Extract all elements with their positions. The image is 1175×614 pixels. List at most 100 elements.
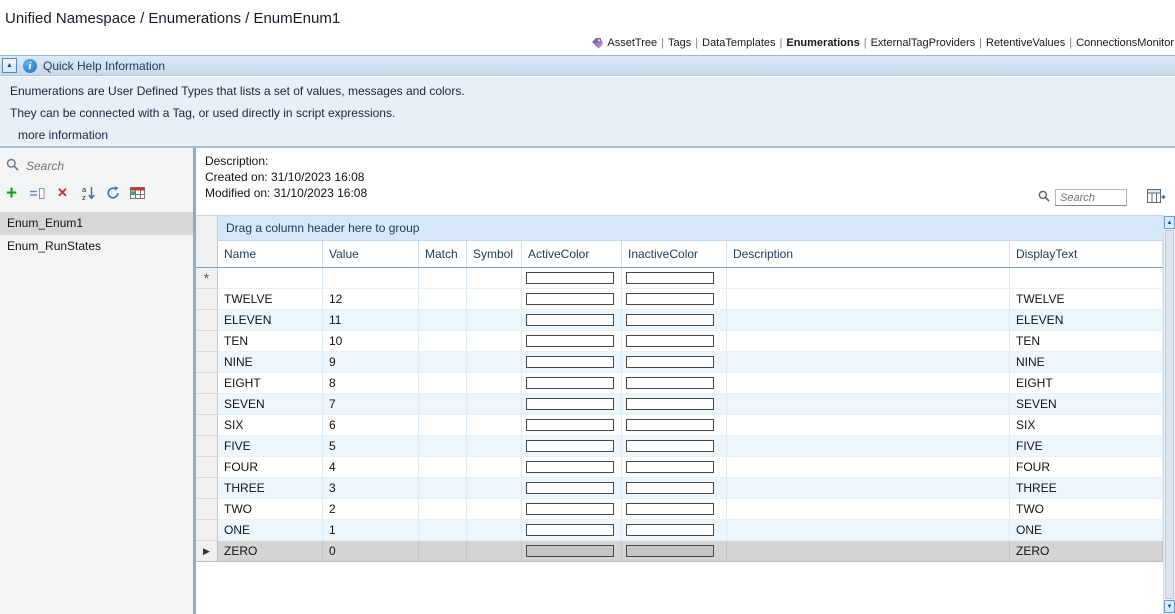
- cell-symbol[interactable]: [467, 331, 522, 352]
- cell-value[interactable]: 0: [323, 541, 419, 562]
- row-header[interactable]: [196, 331, 218, 352]
- cell-inactivecolor[interactable]: [622, 457, 727, 478]
- nav-tab-tags[interactable]: Tags: [668, 37, 691, 49]
- cell-value[interactable]: 4: [323, 457, 419, 478]
- cell-name[interactable]: EIGHT: [218, 373, 323, 394]
- scrollbar-thumb[interactable]: [1165, 230, 1174, 599]
- active-color-swatch[interactable]: [526, 356, 614, 368]
- active-color-swatch[interactable]: [526, 482, 614, 494]
- cell-inactivecolor[interactable]: [622, 499, 727, 520]
- active-color-swatch[interactable]: [526, 545, 614, 557]
- grid-row[interactable]: FIVE5FIVE: [196, 436, 1163, 457]
- cell-description[interactable]: [727, 289, 1010, 310]
- nav-tab-enumerations[interactable]: Enumerations: [786, 37, 859, 49]
- row-header[interactable]: [196, 457, 218, 478]
- cell-symbol[interactable]: [467, 436, 522, 457]
- cell-symbol[interactable]: [467, 268, 522, 289]
- cell-name[interactable]: ZERO: [218, 541, 323, 562]
- cell-displaytext[interactable]: ELEVEN: [1010, 310, 1163, 331]
- cell-displaytext[interactable]: TWO: [1010, 499, 1163, 520]
- cell-activecolor[interactable]: [522, 541, 622, 562]
- row-header[interactable]: [196, 352, 218, 373]
- cell-name[interactable]: ELEVEN: [218, 310, 323, 331]
- cell-inactivecolor[interactable]: [622, 289, 727, 310]
- grid-row[interactable]: THREE3THREE: [196, 478, 1163, 499]
- cell-match[interactable]: [419, 394, 467, 415]
- cell-value[interactable]: 2: [323, 499, 419, 520]
- sidebar-search-input[interactable]: [26, 159, 166, 173]
- cell-name[interactable]: ONE: [218, 520, 323, 541]
- cell-inactivecolor[interactable]: [622, 478, 727, 499]
- vertical-scrollbar[interactable]: ▲ ▼: [1163, 215, 1175, 614]
- cell-activecolor[interactable]: [522, 268, 622, 289]
- row-header[interactable]: [196, 520, 218, 541]
- cell-match[interactable]: [419, 457, 467, 478]
- cell-match[interactable]: [419, 478, 467, 499]
- cell-activecolor[interactable]: [522, 331, 622, 352]
- row-header[interactable]: [196, 436, 218, 457]
- cell-symbol[interactable]: [467, 289, 522, 310]
- grid-search-input[interactable]: [1055, 189, 1127, 206]
- cell-description[interactable]: [727, 331, 1010, 352]
- cell-symbol[interactable]: [467, 499, 522, 520]
- column-header-displaytext[interactable]: DisplayText: [1010, 241, 1163, 267]
- cell-description[interactable]: [727, 478, 1010, 499]
- active-color-swatch[interactable]: [526, 503, 614, 515]
- column-header-activecolor[interactable]: ActiveColor: [522, 241, 622, 267]
- active-color-swatch[interactable]: [526, 293, 614, 305]
- cell-name[interactable]: TWELVE: [218, 289, 323, 310]
- cell-displaytext[interactable]: THREE: [1010, 478, 1163, 499]
- cell-description[interactable]: [727, 499, 1010, 520]
- row-header[interactable]: [196, 310, 218, 331]
- active-color-swatch[interactable]: [526, 461, 614, 473]
- sort-button[interactable]: az: [80, 184, 95, 202]
- cell-match[interactable]: [419, 268, 467, 289]
- cell-value[interactable]: 6: [323, 415, 419, 436]
- active-color-swatch[interactable]: [526, 524, 614, 536]
- cell-displaytext[interactable]: [1010, 268, 1163, 289]
- grid-row[interactable]: ONE1ONE: [196, 520, 1163, 541]
- cell-activecolor[interactable]: [522, 415, 622, 436]
- row-header[interactable]: [196, 499, 218, 520]
- cell-value[interactable]: 3: [323, 478, 419, 499]
- cell-symbol[interactable]: [467, 541, 522, 562]
- cell-activecolor[interactable]: [522, 373, 622, 394]
- nav-tab-retentivevalues[interactable]: RetentiveValues: [986, 37, 1065, 49]
- cell-name[interactable]: SEVEN: [218, 394, 323, 415]
- cell-description[interactable]: [727, 436, 1010, 457]
- cell-symbol[interactable]: [467, 394, 522, 415]
- rename-button[interactable]: [29, 184, 45, 202]
- cell-value[interactable]: [323, 268, 419, 289]
- cell-description[interactable]: [727, 541, 1010, 562]
- cell-inactivecolor[interactable]: [622, 268, 727, 289]
- cell-inactivecolor[interactable]: [622, 373, 727, 394]
- cell-symbol[interactable]: [467, 457, 522, 478]
- cell-symbol[interactable]: [467, 352, 522, 373]
- import-table-button[interactable]: [130, 184, 145, 202]
- column-header-description[interactable]: Description: [727, 241, 1010, 267]
- cell-inactivecolor[interactable]: [622, 415, 727, 436]
- row-header[interactable]: [196, 289, 218, 310]
- cell-match[interactable]: [419, 289, 467, 310]
- active-color-swatch[interactable]: [526, 272, 614, 284]
- scroll-down-button[interactable]: ▼: [1164, 600, 1175, 613]
- cell-value[interactable]: 5: [323, 436, 419, 457]
- cell-symbol[interactable]: [467, 310, 522, 331]
- active-color-swatch[interactable]: [526, 419, 614, 431]
- nav-tab-connectionsmonitor[interactable]: ConnectionsMonitor: [1076, 37, 1174, 49]
- cell-activecolor[interactable]: [522, 457, 622, 478]
- nav-tab-assettree[interactable]: AssetTree: [607, 37, 657, 49]
- cell-match[interactable]: [419, 436, 467, 457]
- grid-new-row[interactable]: *: [196, 268, 1163, 289]
- cell-inactivecolor[interactable]: [622, 331, 727, 352]
- delete-button[interactable]: ✕: [55, 184, 70, 202]
- breadcrumb[interactable]: Unified Namespace / Enumerations / EnumE…: [5, 10, 340, 27]
- cell-activecolor[interactable]: [522, 436, 622, 457]
- cell-inactivecolor[interactable]: [622, 541, 727, 562]
- inactive-color-swatch[interactable]: [626, 503, 714, 515]
- column-header-name[interactable]: Name: [218, 241, 323, 267]
- cell-name[interactable]: NINE: [218, 352, 323, 373]
- inactive-color-swatch[interactable]: [626, 314, 714, 326]
- active-color-swatch[interactable]: [526, 377, 614, 389]
- cell-match[interactable]: [419, 541, 467, 562]
